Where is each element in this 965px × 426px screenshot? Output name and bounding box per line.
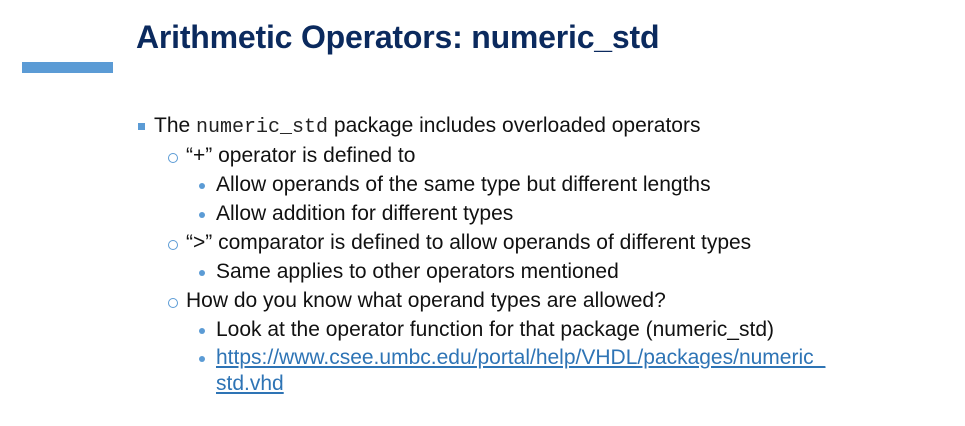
circle-bullet-icon bbox=[168, 153, 178, 163]
dot-bullet-icon bbox=[199, 328, 205, 334]
square-bullet-icon bbox=[138, 123, 145, 130]
dot-bullet-icon bbox=[199, 212, 205, 218]
slide-body: The numeric_std package includes overloa… bbox=[0, 0, 965, 426]
bullet-look-at-operator-function: Look at the operator function for that p… bbox=[216, 318, 774, 341]
bullet-same-type-diff-lengths: Allow operands of the same type but diff… bbox=[216, 173, 711, 196]
link-url-line1[interactable]: https://www.csee.umbc.edu/portal/help/VH… bbox=[216, 346, 825, 369]
dot-bullet-icon bbox=[199, 183, 205, 189]
bullet-text: The bbox=[154, 114, 197, 137]
link-url-line2[interactable]: std.vhd bbox=[216, 372, 284, 395]
circle-bullet-icon bbox=[168, 240, 178, 250]
dot-bullet-icon bbox=[199, 270, 205, 276]
bullet-text: package includes overloaded operators bbox=[328, 114, 701, 137]
bullet-package-overloads: The numeric_std package includes overloa… bbox=[154, 113, 700, 141]
bullet-operand-types-question: How do you know what operand types are a… bbox=[186, 289, 666, 312]
numeric-std-link[interactable]: https://www.csee.umbc.edu/portal/help/VH… bbox=[216, 345, 825, 397]
bullet-plus-operator: “+” operator is defined to bbox=[186, 144, 416, 167]
circle-bullet-icon bbox=[168, 298, 178, 308]
bullet-addition-diff-types: Allow addition for different types bbox=[216, 202, 514, 225]
code-numeric-std: numeric_std bbox=[196, 116, 329, 139]
bullet-greater-comparator: “>” comparator is defined to allow opera… bbox=[186, 231, 752, 254]
dot-bullet-icon bbox=[199, 356, 205, 362]
bullet-other-operators: Same applies to other operators mentione… bbox=[216, 260, 619, 283]
